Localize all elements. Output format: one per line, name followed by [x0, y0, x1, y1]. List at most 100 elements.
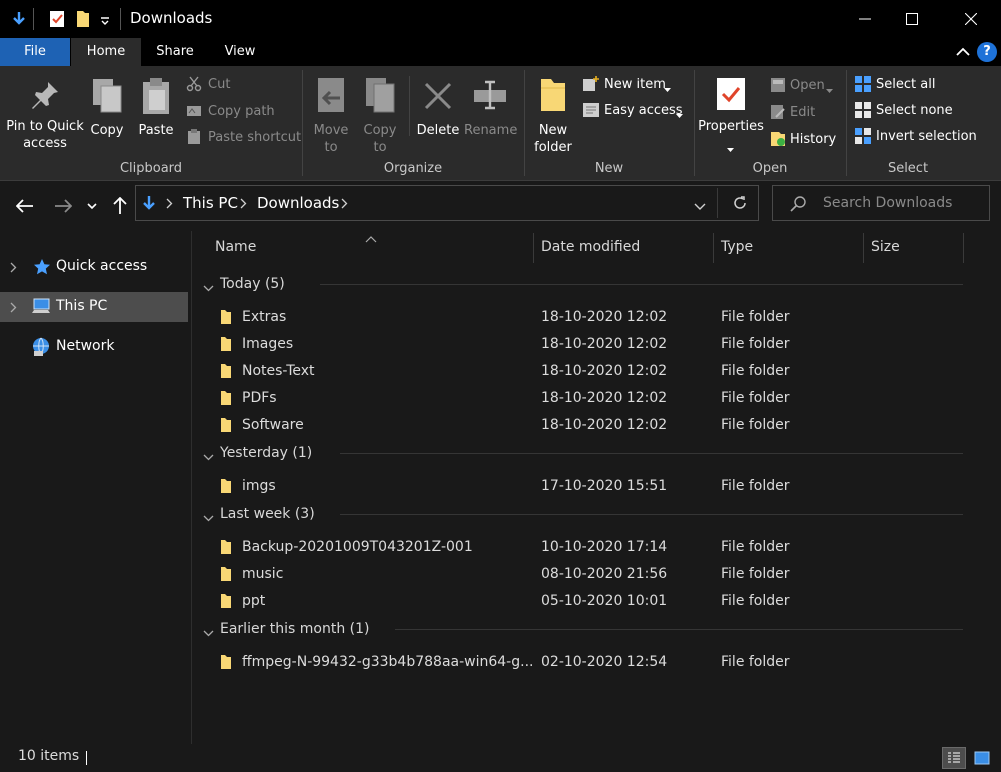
chevron-right-icon[interactable] — [240, 197, 247, 213]
edit-button[interactable]: Edit — [768, 102, 840, 122]
help-button[interactable]: ? — [977, 42, 997, 62]
maximize-button[interactable] — [889, 0, 935, 38]
column-header-type[interactable]: Type — [721, 231, 861, 263]
chevron-down-icon[interactable] — [203, 510, 214, 526]
back-button[interactable] — [11, 192, 39, 220]
refresh-button[interactable] — [732, 195, 748, 215]
title-bar: Downloads — [0, 0, 1001, 38]
group-header[interactable]: Today (5) — [192, 272, 1001, 296]
minimize-icon — [859, 18, 871, 20]
table-row[interactable]: Backup-20201009T043201Z-001 10-10-2020 17… — [192, 534, 1001, 561]
collapse-ribbon-icon[interactable] — [955, 46, 971, 62]
date-modified: 18-10-2020 12:02 — [541, 363, 668, 379]
table-row[interactable]: PDFs 18-10-2020 12:02 File folder — [192, 385, 1001, 412]
column-divider[interactable] — [713, 233, 714, 263]
tab-home[interactable]: Home — [71, 38, 141, 66]
select-all-button[interactable]: Select all — [852, 74, 972, 94]
sidebar-item-this-pc[interactable]: This PC — [0, 292, 188, 322]
chevron-right-icon[interactable] — [341, 197, 348, 213]
group-label: Earlier this month (1) — [220, 621, 370, 637]
tab-file[interactable]: File — [0, 38, 70, 66]
customize-dropdown-icon[interactable] — [100, 14, 110, 30]
column-header-name[interactable]: Name — [215, 231, 525, 263]
address-bar[interactable]: This PC Downloads — [135, 185, 759, 221]
chevron-down-icon[interactable] — [203, 280, 214, 296]
table-row[interactable]: Extras 18-10-2020 12:02 File folder — [192, 304, 1001, 331]
copy-path-button[interactable]: Copy path — [184, 101, 294, 121]
paste-shortcut-button[interactable]: Paste shortcut — [184, 127, 301, 147]
breadcrumb-downloads[interactable]: Downloads — [257, 194, 339, 212]
chevron-down-icon[interactable] — [203, 625, 214, 641]
recent-locations-button[interactable] — [80, 192, 104, 220]
chevron-right-icon[interactable] — [10, 301, 17, 317]
table-row[interactable]: ppt 05-10-2020 10:01 File folder — [192, 588, 1001, 615]
details-view-icon — [948, 752, 960, 763]
open-label: Open — [790, 78, 825, 93]
down-arrow-icon[interactable] — [10, 10, 28, 32]
properties-button[interactable]: Properties — [698, 70, 764, 154]
group-label: Yesterday (1) — [220, 445, 313, 461]
column-divider[interactable] — [863, 233, 864, 263]
paste-label: Paste — [138, 123, 174, 138]
breadcrumb-this-pc[interactable]: This PC — [183, 194, 238, 212]
easy-access-icon — [582, 102, 600, 122]
details-view-button[interactable] — [942, 747, 966, 769]
delete-button[interactable]: Delete — [416, 70, 460, 154]
column-divider[interactable] — [533, 233, 534, 263]
open-button[interactable]: Open — [768, 75, 840, 95]
folder-icon — [220, 654, 232, 674]
group-header[interactable]: Earlier this month (1) — [192, 617, 1001, 641]
copy-path-label: Copy path — [208, 104, 275, 119]
table-row[interactable]: Notes-Text 18-10-2020 12:02 File folder — [192, 358, 1001, 385]
move-to-button[interactable]: Move to — [308, 70, 354, 155]
sidebar-item-network[interactable]: Network — [0, 332, 188, 362]
folder-icon — [220, 566, 232, 586]
forward-button[interactable] — [49, 192, 77, 220]
group-header[interactable]: Yesterday (1) — [192, 441, 1001, 465]
cut-button[interactable]: Cut — [184, 74, 294, 94]
minimize-button[interactable] — [842, 0, 888, 38]
tab-view[interactable]: View — [209, 38, 271, 66]
search-box[interactable]: Search Downloads — [772, 185, 990, 221]
tab-share[interactable]: Share — [141, 38, 209, 66]
easy-access-button[interactable]: Easy access — [580, 100, 690, 120]
paste-button[interactable]: Paste — [134, 70, 178, 154]
rename-button[interactable]: Rename — [464, 70, 517, 154]
sidebar-item-quick-access[interactable]: Quick access — [0, 252, 188, 282]
chevron-down-icon[interactable] — [203, 449, 214, 465]
history-button[interactable]: History — [768, 129, 840, 149]
table-row[interactable]: Images 18-10-2020 12:02 File folder — [192, 331, 1001, 358]
edit-icon — [770, 104, 786, 124]
date-modified: 18-10-2020 12:02 — [541, 390, 668, 406]
folder-icon — [220, 309, 232, 329]
large-icons-view-button[interactable] — [970, 747, 994, 769]
chevron-right-icon[interactable] — [166, 197, 173, 213]
new-folder-button[interactable]: New folder — [530, 70, 576, 155]
select-none-button[interactable]: Select none — [852, 100, 972, 120]
toolbar-divider — [120, 8, 121, 30]
date-modified: 02-10-2020 12:54 — [541, 654, 668, 670]
properties-label: Properties — [698, 119, 764, 134]
pin-to-quick-access-button[interactable]: Pin to Quick access — [6, 70, 84, 154]
invert-selection-button[interactable]: Invert selection — [852, 126, 992, 146]
column-divider[interactable] — [963, 233, 964, 263]
close-button[interactable] — [948, 0, 994, 38]
column-header-date-modified[interactable]: Date modified — [541, 231, 711, 263]
file-name: imgs — [242, 478, 276, 494]
chevron-right-icon[interactable] — [10, 261, 17, 277]
folder-icon[interactable] — [75, 9, 91, 33]
copy-to-button[interactable]: Copy to — [358, 70, 402, 155]
table-row[interactable]: Software 18-10-2020 12:02 File folder — [192, 412, 1001, 439]
table-row[interactable]: imgs 17-10-2020 15:51 File folder — [192, 473, 1001, 500]
move-to-icon — [316, 76, 348, 120]
table-row[interactable]: music 08-10-2020 21:56 File folder — [192, 561, 1001, 588]
group-header[interactable]: Last week (3) — [192, 502, 1001, 526]
copy-button[interactable]: Copy — [86, 70, 128, 154]
column-header-size[interactable]: Size — [871, 231, 961, 263]
table-row[interactable]: ffmpeg-N-99432-g33b4b788aa-win64-g... 02-… — [192, 649, 1001, 676]
properties-icon[interactable] — [48, 9, 66, 33]
organize-divider — [409, 76, 410, 136]
new-item-button[interactable]: New item — [580, 74, 688, 94]
address-history-dropdown[interactable] — [694, 199, 706, 215]
up-button[interactable] — [106, 192, 134, 220]
